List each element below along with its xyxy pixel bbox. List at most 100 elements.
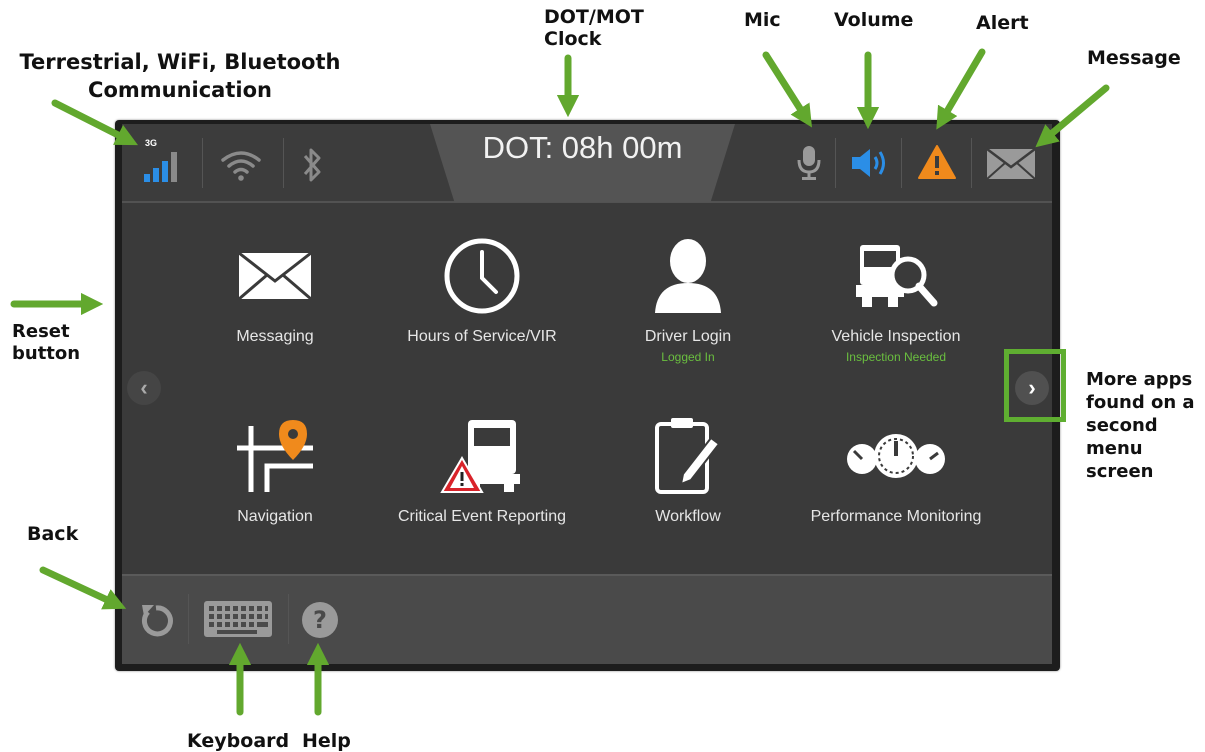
microphone-icon[interactable]: [795, 144, 823, 187]
arrow-alert: [936, 48, 986, 130]
annotation-line: second: [1086, 415, 1158, 436]
app-status: [382, 350, 582, 364]
app-status: Logged In: [661, 350, 715, 364]
annotation-volume: Volume: [834, 9, 914, 31]
app-performance-monitoring[interactable]: Performance Monitoring: [796, 416, 996, 544]
divider: [202, 138, 203, 188]
annotation-keyboard: Keyboard: [187, 730, 290, 752]
app-status: [588, 530, 788, 544]
wifi-icon[interactable]: [219, 148, 263, 187]
dot-clock[interactable]: DOT: 08h 00m: [430, 130, 735, 166]
annotation-mic: Mic: [744, 9, 781, 31]
gauges-graphic: [847, 434, 945, 478]
clock-icon: [382, 236, 582, 316]
speaker-icon[interactable]: [850, 147, 894, 184]
clipboard-icon: [588, 416, 788, 496]
refresh-graphic: [142, 605, 173, 637]
app-workflow[interactable]: Workflow: [588, 416, 788, 544]
annotation-line: found on a: [1086, 392, 1195, 413]
app-critical-event-reporting[interactable]: Critical Event Reporting: [382, 416, 582, 544]
clipboard-graphic: [655, 418, 721, 494]
app-vehicle-inspection[interactable]: Vehicle Inspection Inspection Needed: [796, 236, 996, 364]
annotation-line: Communication: [88, 78, 272, 102]
envelope-icon: [175, 236, 375, 316]
status-bar: DOT: 08h 00m 3G: [122, 124, 1052, 203]
app-navigation[interactable]: Navigation: [175, 416, 375, 544]
envelope-icon[interactable]: [986, 148, 1036, 185]
gauges-icon: [796, 416, 996, 496]
app-status: [175, 350, 375, 364]
envelope-graphic: [238, 251, 312, 301]
annotation-message: Message: [1087, 47, 1181, 69]
truck-warning-graphic: [440, 420, 520, 493]
annotation-line: Reset: [12, 321, 70, 342]
annotation-line: menu: [1086, 438, 1143, 459]
app-label: Performance Monitoring: [810, 508, 982, 525]
annotation-line: Clock: [544, 28, 602, 50]
annotation-more-apps: More apps found on a second menu screen: [1086, 368, 1195, 483]
bluetooth-icon[interactable]: [301, 146, 323, 189]
divider: [835, 138, 836, 188]
prev-page-button[interactable]: ‹: [127, 371, 161, 405]
truck-inspect-graphic: [856, 245, 938, 307]
help-glyph: ?: [313, 606, 327, 634]
annotation-reset: Reset button: [12, 321, 80, 365]
map-pin-graphic: [237, 420, 313, 492]
app-label: Hours of Service/VIR: [407, 328, 557, 345]
annotation-dot-clock: DOT/MOT Clock: [544, 6, 684, 50]
warning-icon[interactable]: [917, 144, 957, 185]
app-label: Navigation: [237, 508, 313, 525]
annotation-help: Help: [302, 730, 351, 752]
keyboard-graphic: [204, 601, 272, 637]
refresh-icon[interactable]: [138, 602, 174, 643]
truck-warning-icon: [382, 416, 582, 496]
bluetooth-graphic: [303, 148, 321, 182]
warning-graphic: [918, 145, 956, 179]
network-type-label: 3G: [145, 138, 158, 148]
app-label: Vehicle Inspection: [831, 328, 961, 345]
annotation-alert: Alert: [976, 12, 1029, 34]
wifi-graphic: [221, 151, 261, 181]
truck-inspect-icon: [796, 236, 996, 316]
keyboard-icon[interactable]: [203, 600, 273, 643]
arrow-mic: [762, 51, 813, 128]
app-label: Messaging: [236, 328, 314, 345]
device-screen: DOT: 08h 00m 3G Messaging Hours of Servi…: [122, 124, 1052, 664]
app-grid: Messaging Hours of Service/VIR Driver Lo…: [122, 203, 1052, 650]
app-driver-login[interactable]: Driver Login Logged In: [588, 236, 788, 364]
clock-graphic: [444, 238, 520, 314]
more-apps-highlight: [1004, 349, 1066, 422]
signal-bars-icon[interactable]: 3G: [142, 138, 184, 184]
app-label: Critical Event Reporting: [397, 508, 567, 525]
envelope-graphic: [986, 148, 1036, 180]
user-graphic: [655, 239, 721, 313]
map-pin-icon: [175, 416, 375, 496]
app-status: [175, 530, 375, 544]
app-hours-of-service[interactable]: Hours of Service/VIR: [382, 236, 582, 364]
arrow-back: [39, 566, 127, 610]
app-messaging[interactable]: Messaging: [175, 236, 375, 364]
divider: [901, 138, 902, 188]
annotation-line: More apps: [1086, 369, 1193, 390]
app-label: Driver Login: [644, 328, 732, 345]
app-status: [382, 530, 582, 544]
annotation-line: DOT/MOT: [544, 6, 644, 28]
bottom-bar: ?: [122, 574, 1052, 664]
annotation-line: screen: [1086, 461, 1154, 482]
divider: [283, 138, 284, 188]
app-status: Inspection Needed: [845, 350, 947, 364]
divider: [971, 138, 972, 188]
app-status: [796, 530, 996, 544]
user-icon: [588, 236, 788, 316]
annotation-line: Terrestrial, WiFi, Bluetooth: [19, 50, 341, 74]
app-label: Workflow: [655, 508, 721, 525]
divider: [188, 594, 189, 644]
divider: [288, 594, 289, 644]
annotation-back: Back: [27, 523, 79, 545]
annotation-line: button: [12, 343, 81, 364]
help-icon[interactable]: ?: [302, 602, 338, 638]
device-frame: DOT: 08h 00m 3G Messaging Hours of Servi…: [115, 120, 1060, 671]
annotation-communication: Terrestrial, WiFi, Bluetooth Communicati…: [10, 48, 350, 104]
microphone-graphic: [797, 146, 821, 180]
speaker-graphic: [852, 149, 885, 177]
